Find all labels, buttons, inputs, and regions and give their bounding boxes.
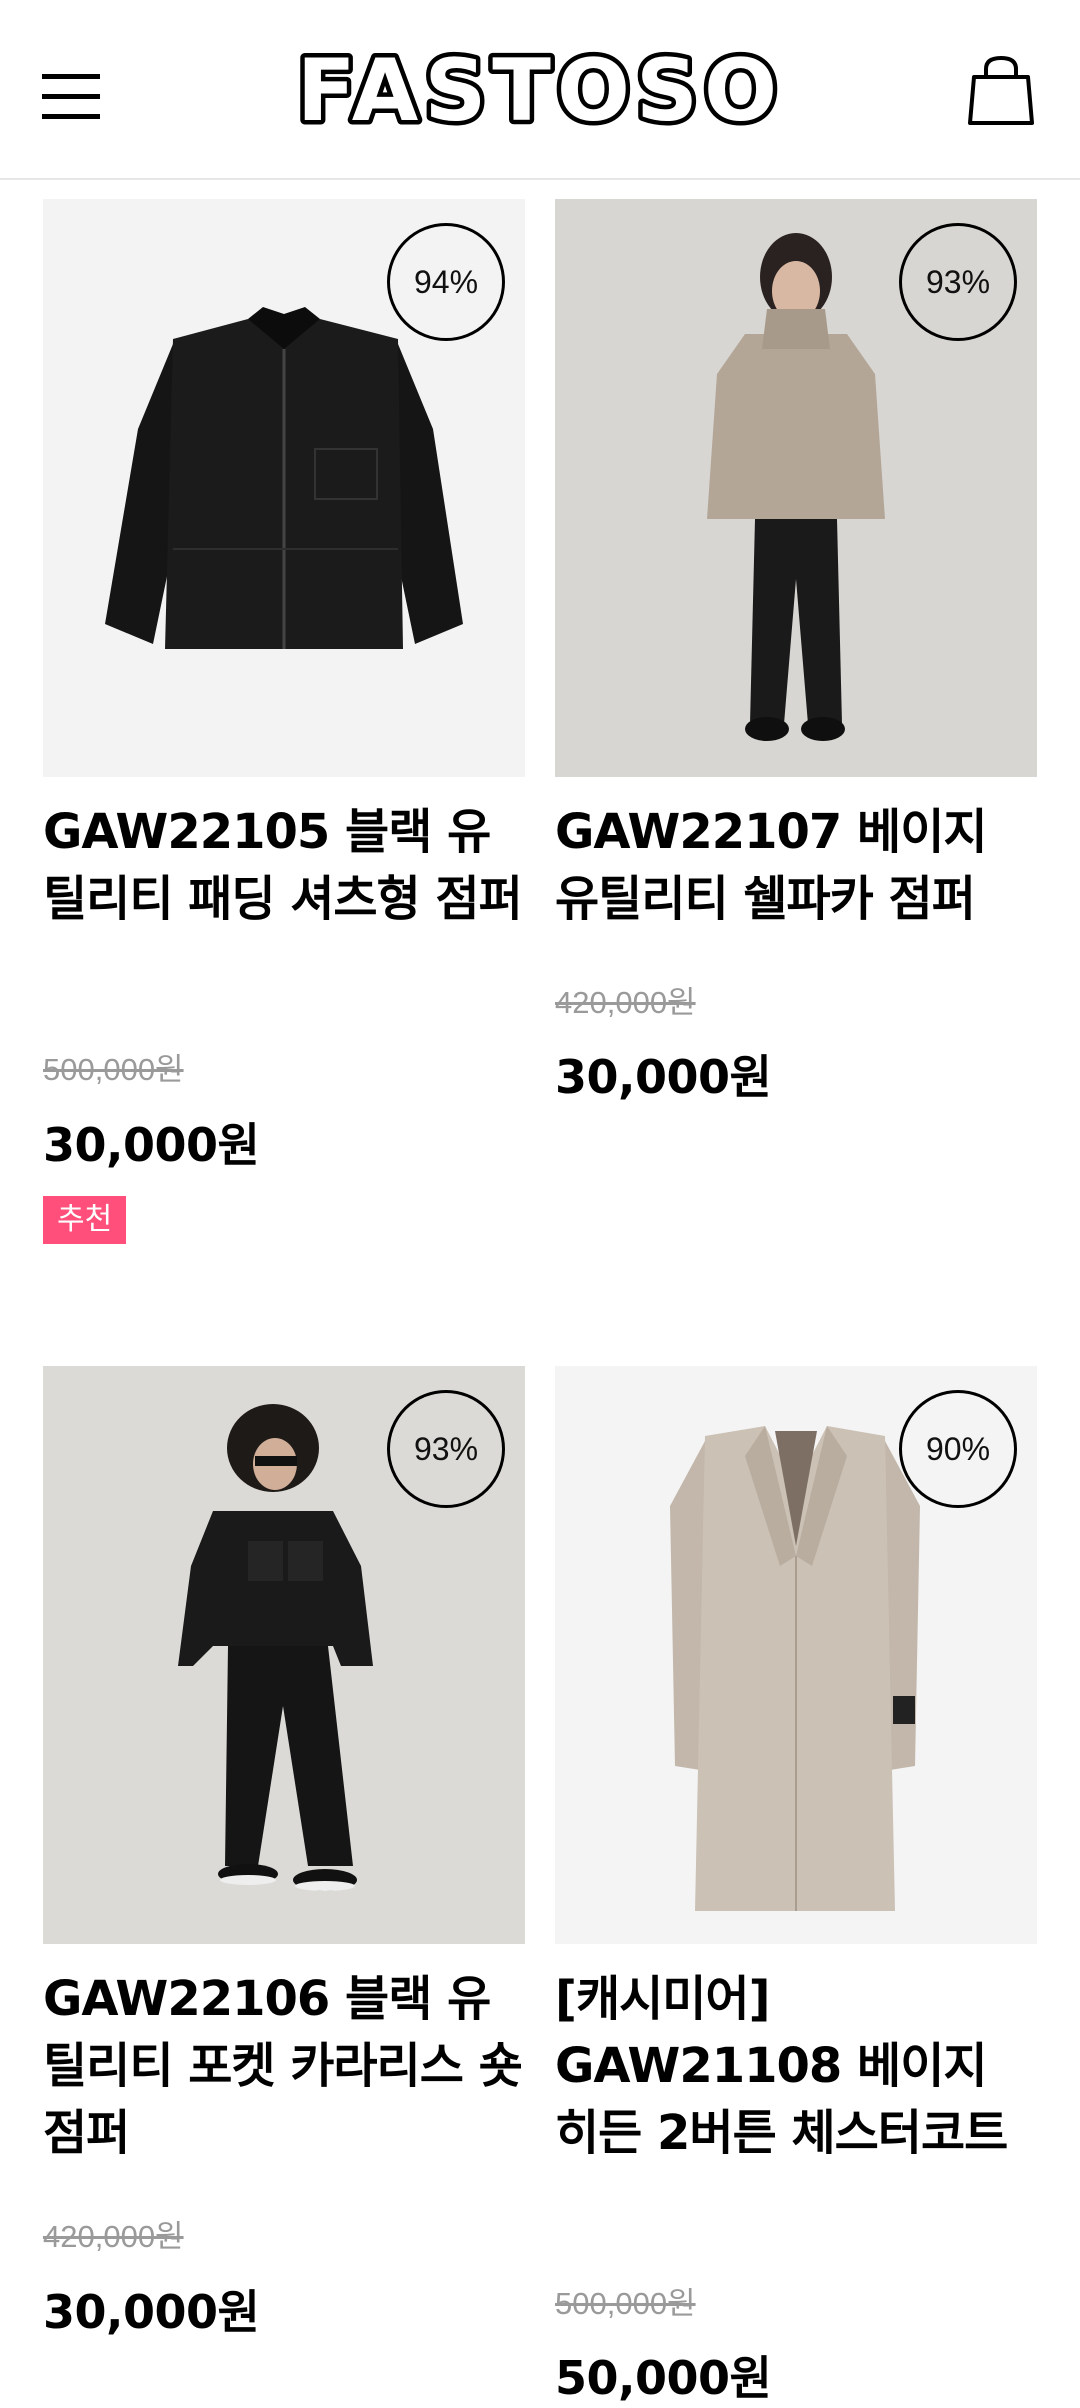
sale-price: 30,000원 (555, 1050, 772, 1104)
product-card[interactable]: 94% GAW22105 블랙 유틸리티 패딩 셔츠형 점퍼 500,000원 … (43, 199, 525, 1249)
shopping-bag-icon[interactable] (966, 55, 1036, 127)
product-image[interactable]: 93% (43, 1366, 525, 1944)
product-name[interactable]: [캐시미어] GAW21108 베이지 히든 2버튼 체스터코트 (555, 1966, 1037, 2167)
product-image[interactable]: 93% (555, 199, 1037, 777)
product-image[interactable]: 90% (555, 1366, 1037, 1944)
sale-price: 30,000원 (43, 1118, 260, 1172)
original-price: 420,000원 (555, 985, 696, 1020)
product-card[interactable]: 93% GAW22106 블랙 유틸리티 포켓 카라리스 숏점퍼 420,000… (43, 1366, 525, 2366)
svg-text:FASTOSO: FASTOSO (297, 46, 783, 136)
original-price: 500,000원 (555, 2286, 696, 2321)
product-name[interactable]: GAW22107 베이지 유틸리티 쉘파카 점퍼 (555, 799, 1037, 933)
sale-price: 50,000원 (555, 2351, 772, 2405)
original-price: 500,000원 (43, 1052, 184, 1087)
discount-badge: 93% (899, 223, 1017, 341)
app-header: FASTOSO FASTOSO (0, 0, 1080, 180)
product-card[interactable]: 93% GAW22107 베이지 유틸리티 쉘파카 점퍼 420,000원 30… (555, 199, 1037, 1104)
product-name[interactable]: GAW22105 블랙 유틸리티 패딩 셔츠형 점퍼 (43, 799, 525, 933)
discount-badge: 90% (899, 1390, 1017, 1508)
recommend-tag: 추천 (43, 1196, 127, 1244)
discount-badge: 94% (387, 223, 505, 341)
product-name[interactable]: GAW22106 블랙 유틸리티 포켓 카라리스 숏점퍼 (43, 1966, 525, 2167)
sale-price: 30,000원 (43, 2285, 260, 2339)
hamburger-menu-icon[interactable] (40, 72, 104, 122)
original-price: 420,000원 (43, 2219, 184, 2254)
product-image[interactable]: 94% (43, 199, 525, 777)
product-card[interactable]: 90% [캐시미어] GAW21108 베이지 히든 2버튼 체스터코트 500… (555, 1366, 1037, 2405)
brand-logo[interactable]: FASTOSO FASTOSO (260, 46, 820, 136)
discount-badge: 93% (387, 1390, 505, 1508)
